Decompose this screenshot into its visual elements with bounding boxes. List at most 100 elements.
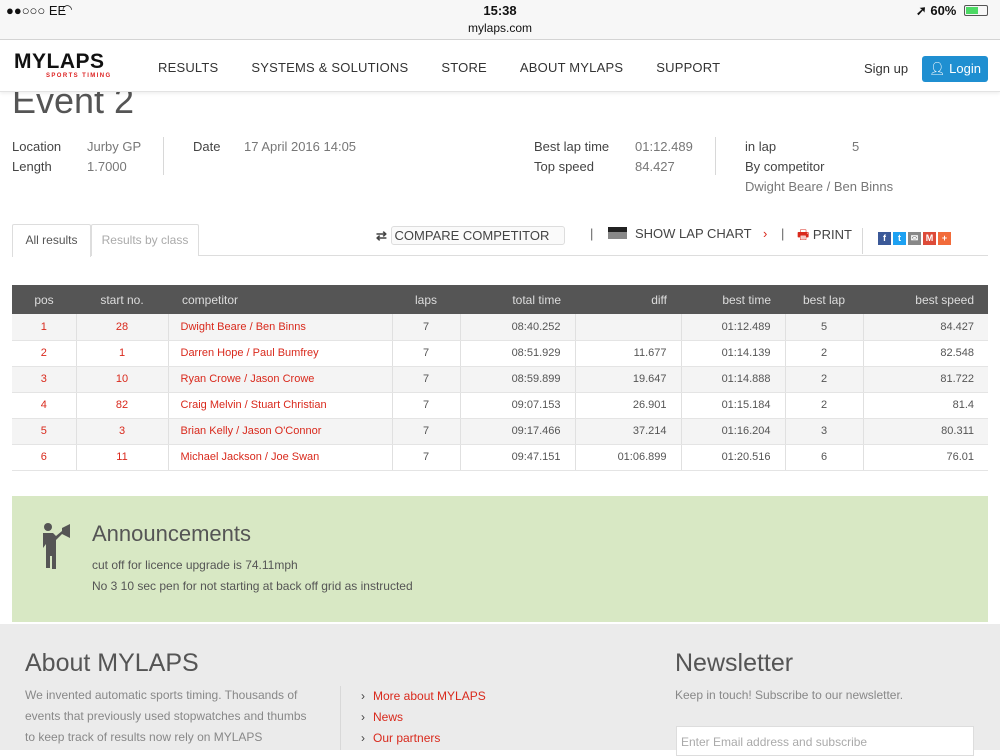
table-cell-best-time: 01:14.139 (681, 340, 786, 367)
table-cell-total-time: 08:59.899 (460, 366, 576, 393)
table-cell-best-time: 01:15.184 (681, 392, 786, 419)
table-row[interactable]: 6 11 Michael Jackson / Joe Swan 7 09:47.151 0… (12, 444, 988, 471)
table-cell-best-time: 01:12.489 (681, 314, 786, 341)
table-cell-best-lap: 3 (785, 418, 864, 445)
table-cell-best-time: 01:14.888 (681, 366, 786, 393)
link-our-partners[interactable]: › Our partners (361, 731, 440, 745)
table-cell-diff: 19.647 (575, 366, 682, 393)
table-row[interactable]: 1 28 Dwight Beare / Ben Binns 7 08:40.252 01:… (12, 314, 988, 341)
mylaps-logo[interactable]: MYLAPS SPORTS TIMING (14, 50, 112, 79)
about-text-line: events that previously used stopwatches … (25, 709, 307, 723)
table-cell-competitor[interactable]: Darren Hope / Paul Bumfrey (168, 340, 393, 367)
table-row[interactable]: 3 10 Ryan Crowe / Jason Crowe 7 08:59.899 19.… (12, 366, 988, 393)
table-row[interactable]: 4 82 Craig Melvin / Stuart Christian 7 09:07… (12, 392, 988, 419)
top-speed-label: Top speed (534, 159, 594, 174)
best-lap-time-value: 01:12.489 (635, 139, 693, 154)
table-cell-laps: 7 (392, 392, 461, 419)
table-cell-best-time: 01:20.516 (681, 444, 786, 471)
event-location-block: Location Jurby GP Length 1.7000 (12, 137, 141, 177)
table-cell-total-time: 09:17.466 (460, 418, 576, 445)
link-news[interactable]: › News (361, 710, 403, 724)
tab-all-results[interactable]: All results (12, 224, 91, 257)
location-value: Jurby GP (87, 139, 142, 154)
login-button[interactable]: 👤︎ Login (922, 56, 988, 82)
show-lap-chart-button[interactable]: SHOW LAP CHART › (608, 226, 767, 241)
in-lap-label: in lap (745, 139, 777, 154)
col-best-speed[interactable]: best speed (863, 285, 988, 314)
results-table: pos start no. competitor laps total time… (12, 285, 988, 471)
table-row[interactable]: 5 3 Brian Kelly / Jason O'Connor 7 09:17.466… (12, 418, 988, 445)
col-best-time[interactable]: best time (681, 285, 785, 314)
nav-item-support[interactable]: SUPPORT (656, 60, 720, 75)
table-cell-laps: 7 (392, 444, 461, 471)
signup-link[interactable]: Sign up (864, 61, 908, 76)
battery-percent: 60% (930, 3, 957, 18)
location-arrow-icon: ➚ (915, 3, 927, 18)
clock: 15:38 (483, 3, 517, 18)
table-cell-total-time: 09:07.153 (460, 392, 576, 419)
length-value: 1.7000 (87, 159, 127, 174)
table-cell-laps: 7 (392, 366, 461, 393)
by-competitor-label: By competitor (745, 159, 825, 174)
col-start-no[interactable]: start no. (76, 285, 168, 314)
browser-status-bar: ●●○○○ EE ◠ 15:38 mylaps.com ➚ 60% (0, 0, 1000, 40)
battery-indicator: ➚ 60% (916, 3, 988, 19)
newsletter-title: Newsletter (675, 649, 794, 677)
about-text-line: to keep track of results now rely on MYL… (25, 730, 263, 744)
chevron-right-icon: › (361, 689, 365, 703)
nav-item-systems[interactable]: SYSTEMS & SOLUTIONS (251, 60, 408, 75)
add-share-icon[interactable]: + (938, 232, 951, 245)
print-button[interactable]: 🖶︎ PRINT (797, 226, 852, 248)
divider (862, 228, 863, 254)
table-cell-best-lap: 2 (785, 340, 864, 367)
about-text: We invented automatic sports timing. Tho… (25, 685, 307, 748)
announcements-title: Announcements (92, 521, 251, 546)
newsletter-email-field[interactable]: Enter Email address and subscribe (676, 726, 974, 756)
date-value: 17 April 2016 14:05 (244, 139, 357, 154)
table-cell-start-no: 10 (76, 366, 169, 393)
table-cell-start-no: 3 (76, 418, 169, 445)
table-cell-competitor[interactable]: Dwight Beare / Ben Binns (168, 314, 393, 341)
col-total-time[interactable]: total time (460, 285, 575, 314)
twitter-icon[interactable]: t (893, 232, 906, 245)
table-cell-best-time: 01:16.204 (681, 418, 786, 445)
gmail-icon[interactable]: M (923, 232, 936, 245)
table-cell-competitor[interactable]: Craig Melvin / Stuart Christian (168, 392, 393, 419)
col-laps[interactable]: laps (392, 285, 460, 314)
col-best-lap[interactable]: best lap (785, 285, 863, 314)
nav-item-results[interactable]: RESULTS (158, 60, 218, 75)
table-cell-diff: 11.677 (575, 340, 682, 367)
megaphone-person-icon (43, 523, 70, 569)
user-icon: 👤︎ (929, 61, 946, 76)
table-cell-start-no: 11 (76, 444, 169, 471)
col-pos[interactable]: pos (12, 285, 76, 314)
link-more-about[interactable]: › More about MYLAPS (361, 689, 486, 703)
table-cell-competitor[interactable]: Brian Kelly / Jason O'Connor (168, 418, 393, 445)
tab-results-by-class[interactable]: Results by class (91, 224, 199, 256)
nav-item-about[interactable]: ABOUT MYLAPS (520, 60, 623, 75)
logo-text: MYLAPS (14, 50, 105, 73)
email-icon[interactable]: ✉ (908, 232, 921, 245)
col-competitor[interactable]: competitor (168, 285, 392, 314)
table-cell-start-no: 28 (76, 314, 169, 341)
print-label: PRINT (812, 227, 852, 242)
link-label: News (373, 710, 404, 724)
url-bar[interactable]: mylaps.com (0, 21, 1000, 35)
table-cell-diff: 01:06.899 (575, 444, 682, 471)
announcements-panel: Announcements cut off for licence upgrad… (12, 496, 988, 622)
table-cell-laps: 7 (392, 340, 461, 367)
lap-chart-icon (608, 227, 627, 239)
table-cell-best-speed: 81.4 (863, 392, 988, 419)
divider (340, 686, 341, 750)
link-label: More about MYLAPS (373, 689, 486, 703)
facebook-icon[interactable]: f (878, 232, 891, 245)
table-header-row: pos start no. competitor laps total time… (12, 285, 988, 314)
compare-competitor-button[interactable]: ⇄ COMPARE COMPETITOR (376, 226, 565, 245)
table-row[interactable]: 2 1 Darren Hope / Paul Bumfrey 7 08:51.929 11… (12, 340, 988, 367)
table-cell-total-time: 08:51.929 (460, 340, 576, 367)
table-cell-competitor[interactable]: Michael Jackson / Joe Swan (168, 444, 393, 471)
nav-item-store[interactable]: STORE (441, 60, 487, 75)
tool-separator: | (590, 226, 594, 241)
table-cell-competitor[interactable]: Ryan Crowe / Jason Crowe (168, 366, 393, 393)
col-diff[interactable]: diff (575, 285, 681, 314)
